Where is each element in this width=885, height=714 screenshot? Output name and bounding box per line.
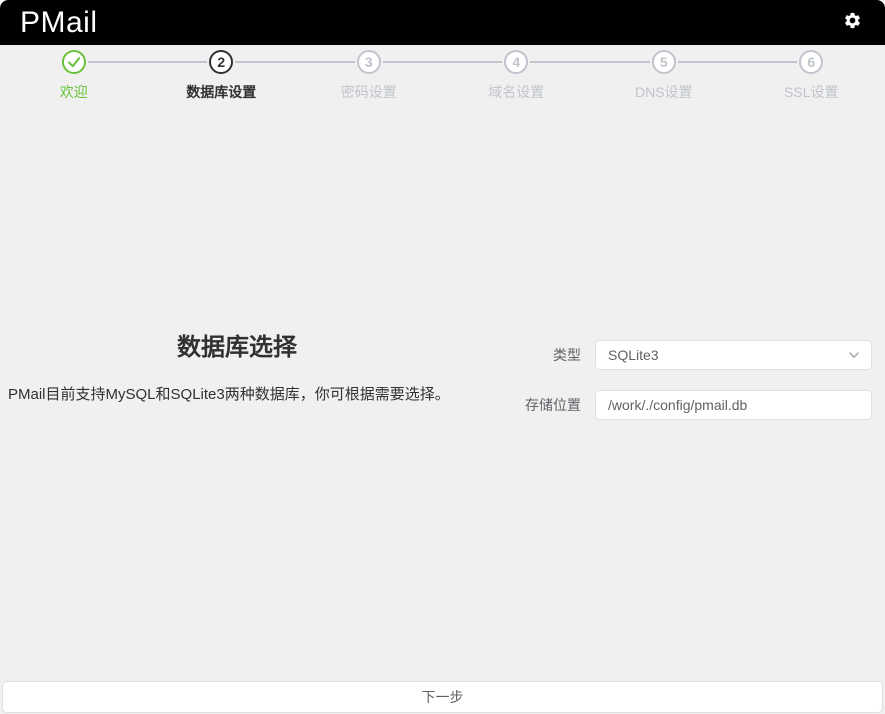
step-dns: 5 DNS设置 — [590, 50, 738, 101]
database-form: 类型 SQLite3 存储位置 — [513, 340, 885, 420]
db-type-selected-value: SQLite3 — [608, 347, 659, 363]
step-welcome: 欢迎 — [0, 50, 148, 101]
step-number: 4 — [512, 54, 520, 70]
settings-button[interactable] — [841, 12, 863, 34]
gear-icon — [843, 11, 862, 35]
page-description: PMail目前支持MySQL和SQLite3两种数据库，你可根据需要选择。 — [8, 386, 466, 404]
step-circle: 3 — [357, 50, 381, 74]
app-title: PMail — [20, 0, 98, 45]
page-title: 数据库选择 — [8, 333, 466, 363]
step-label: 数据库设置 — [148, 83, 296, 101]
step-number: 5 — [660, 54, 668, 70]
check-icon — [67, 55, 81, 69]
step-number: 3 — [365, 54, 373, 70]
db-type-label: 类型 — [513, 345, 581, 365]
pmail-setup-window: PMail 欢迎 2 数据库设置 3 密码设置 — [0, 0, 885, 714]
step-number: 6 — [807, 54, 815, 70]
step-label: 密码设置 — [295, 83, 443, 101]
step-circle: 5 — [652, 50, 676, 74]
setup-stepper: 欢迎 2 数据库设置 3 密码设置 4 域名设置 5 DNS设置 — [0, 50, 885, 101]
step-label: SSL设置 — [738, 83, 885, 101]
step-ssl: 6 SSL设置 — [738, 50, 885, 101]
db-path-row: 存储位置 — [513, 390, 872, 420]
main-content: 数据库选择 PMail目前支持MySQL和SQLite3两种数据库，你可根据需要… — [0, 331, 885, 420]
step-number: 2 — [217, 54, 225, 70]
step-circle — [62, 50, 86, 74]
step-circle: 6 — [799, 50, 823, 74]
chevron-down-icon — [847, 348, 861, 362]
intro-section: 数据库选择 PMail目前支持MySQL和SQLite3两种数据库，你可根据需要… — [0, 331, 466, 404]
step-label: 欢迎 — [0, 83, 148, 101]
db-type-row: 类型 SQLite3 — [513, 340, 872, 370]
step-domain: 4 域名设置 — [443, 50, 591, 101]
step-database: 2 数据库设置 — [148, 50, 296, 101]
step-label: 域名设置 — [443, 83, 591, 101]
step-label: DNS设置 — [590, 83, 738, 101]
step-circle: 2 — [209, 50, 233, 74]
next-step-button[interactable]: 下一步 — [2, 681, 883, 713]
step-circle: 4 — [504, 50, 528, 74]
app-header: PMail — [0, 0, 885, 45]
step-password: 3 密码设置 — [295, 50, 443, 101]
db-type-select[interactable]: SQLite3 — [595, 340, 872, 370]
db-path-label: 存储位置 — [513, 395, 581, 415]
db-path-input[interactable] — [595, 390, 872, 420]
